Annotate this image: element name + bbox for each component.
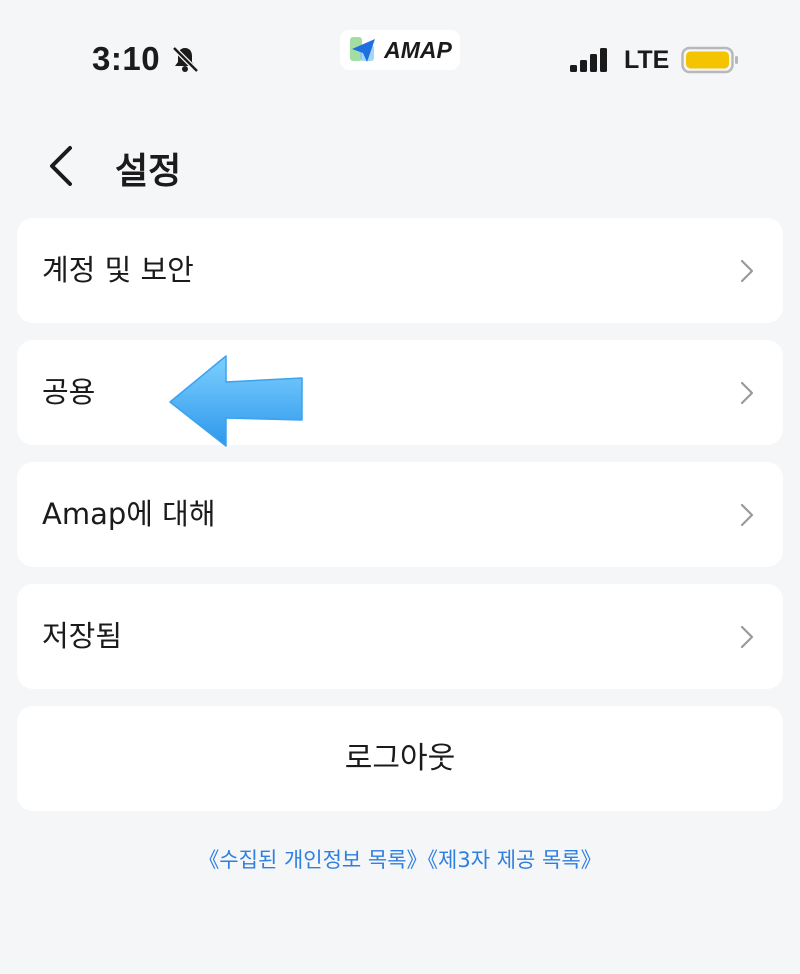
page-title: 설정 [115, 151, 182, 192]
network-type: LTE [624, 46, 670, 74]
menu-item-account-security[interactable]: 계정 및 보안 [17, 218, 783, 323]
menu-item-label: 계정 및 보안 [42, 253, 194, 287]
menu-item-about-amap[interactable]: Amap에 대해 [17, 462, 783, 567]
app-name: AMAP [384, 36, 452, 63]
logout-label: 로그아웃 [344, 741, 456, 776]
menu-item-label: 저장됨 [42, 619, 123, 653]
page-header: 설정 [0, 130, 800, 200]
chevron-right-icon [740, 259, 754, 283]
footer-links: 《수집된 개인정보 목록》《제3자 제공 목록》 [0, 844, 800, 874]
amap-logo-icon [350, 37, 376, 62]
menu-item-label: Amap에 대해 [42, 497, 216, 531]
chevron-right-icon [740, 503, 754, 527]
logout-button[interactable]: 로그아웃 [17, 706, 783, 811]
third-party-list-link[interactable]: 《제3자 제공 목록》 [428, 848, 602, 872]
chevron-right-icon [740, 625, 754, 649]
bell-slash-icon [172, 46, 199, 73]
collected-privacy-list-link[interactable]: 《수집된 개인정보 목록》 [198, 848, 427, 872]
left-arrow-icon [169, 355, 303, 447]
menu-item-saved[interactable]: 저장됨 [17, 584, 783, 689]
signal-bars-icon [570, 48, 607, 72]
menu-item-label: 공용 [42, 375, 96, 409]
status-bar: 3:10 AMAP LTE [0, 0, 800, 110]
status-time: 3:10 [92, 40, 161, 77]
menu-item-general[interactable]: 공용 [17, 340, 783, 445]
battery-icon [681, 46, 738, 74]
chevron-left-icon[interactable] [40, 140, 88, 192]
app-switch-pill[interactable]: AMAP [340, 30, 460, 70]
chevron-right-icon [740, 381, 754, 405]
